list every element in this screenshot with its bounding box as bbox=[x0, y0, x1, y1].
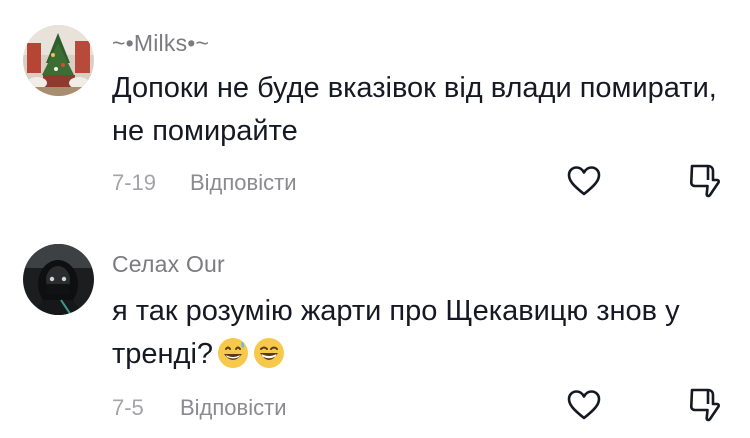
reply-button[interactable]: Відповісти bbox=[180, 395, 287, 421]
hooded-figure-avatar-image bbox=[23, 244, 94, 315]
comment-text: я так розумію жарти про Щекавицю знов у … bbox=[112, 290, 722, 382]
comment-username[interactable]: Селах Our bbox=[112, 251, 225, 278]
comment-item: ~•Milks•~ Допоки не буде вказівок від вл… bbox=[0, 0, 750, 215]
comment-date: 7-5 bbox=[112, 395, 144, 420]
heart-icon[interactable] bbox=[566, 164, 602, 200]
comment-text: Допоки не буде вказівок від влади помира… bbox=[112, 72, 717, 147]
christmas-tree-avatar-image bbox=[23, 25, 94, 96]
comment-item: Селах Our я так розумію жарти про Щекави… bbox=[0, 215, 750, 438]
grinning-squinting-emoji bbox=[253, 337, 285, 382]
avatar[interactable] bbox=[23, 25, 94, 96]
thumbs-down-icon[interactable] bbox=[686, 162, 722, 198]
avatar[interactable] bbox=[23, 244, 94, 315]
grinning-sweat-emoji bbox=[217, 337, 249, 382]
thumbs-down-icon[interactable] bbox=[686, 386, 722, 422]
comment-text-content: я так розумію жарти про Щекавицю знов у … bbox=[112, 295, 680, 370]
heart-icon[interactable] bbox=[566, 388, 602, 424]
reply-button[interactable]: Відповісти bbox=[190, 170, 297, 196]
comment-username[interactable]: ~•Milks•~ bbox=[112, 30, 209, 57]
comment-date: 7-19 bbox=[112, 170, 157, 195]
